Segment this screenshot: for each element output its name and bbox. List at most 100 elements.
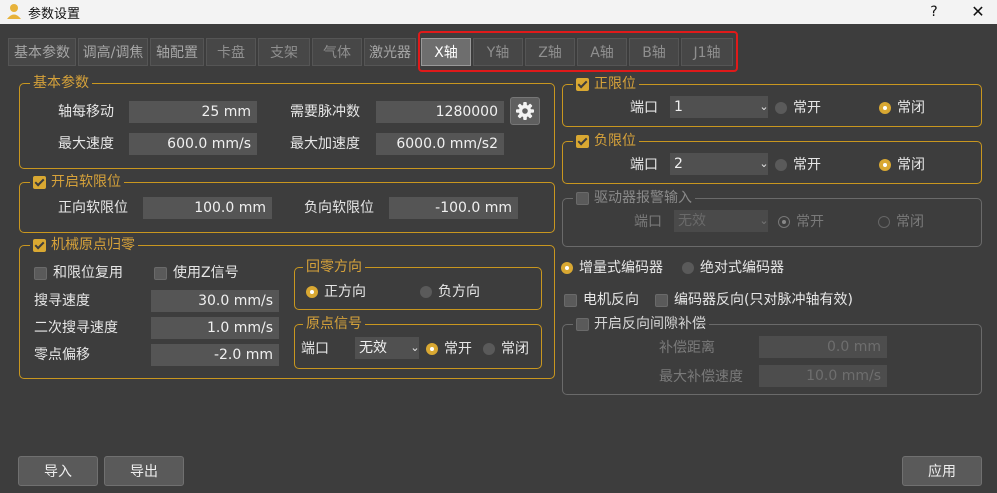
tab-y-axis[interactable]: Y轴 bbox=[473, 38, 523, 66]
negative-limit-no-option[interactable]: 常开 bbox=[775, 154, 821, 176]
origin-port-select[interactable]: 无效 ⌄ bbox=[355, 337, 420, 359]
positive-limit-no-radio[interactable] bbox=[775, 102, 787, 114]
max-accel-label: 最大加速度 bbox=[290, 136, 360, 152]
window-title: 参数设置 bbox=[28, 7, 81, 22]
origin-nc-option[interactable]: 常闭 bbox=[483, 338, 529, 360]
close-button[interactable]: ✕ bbox=[966, 1, 990, 23]
tab-gas[interactable]: 气体 bbox=[312, 38, 362, 66]
negative-limit-port-label: 端口 bbox=[630, 157, 658, 173]
motor-reverse-option[interactable]: 电机反向 bbox=[564, 289, 639, 311]
origin-signal-title: 原点信号 bbox=[303, 315, 365, 333]
user-icon bbox=[7, 4, 21, 19]
second-speed-input[interactable]: 1.0 mm/s bbox=[151, 317, 279, 339]
positive-limit-title[interactable]: 正限位 bbox=[573, 75, 639, 93]
tab-basic[interactable]: 基本参数 bbox=[8, 38, 76, 66]
max-accel-input[interactable]: 6000.0 mm/s2 bbox=[376, 133, 504, 155]
basic-params-title: 基本参数 bbox=[30, 74, 92, 92]
import-button[interactable]: 导入 bbox=[18, 456, 98, 486]
tab-laser[interactable]: 激光器 bbox=[364, 38, 416, 66]
positive-limit-port-select[interactable]: 1 ⌄ bbox=[670, 96, 769, 118]
origin-port-label: 端口 bbox=[301, 341, 329, 357]
positive-limit-checkbox[interactable] bbox=[576, 77, 589, 91]
pulses-input[interactable]: 1280000 bbox=[376, 101, 504, 123]
negative-limit-title[interactable]: 负限位 bbox=[573, 132, 639, 150]
home-negative-option[interactable]: 负方向 bbox=[420, 281, 480, 303]
tab-a-axis[interactable]: A轴 bbox=[577, 38, 627, 66]
reuse-limit-checkbox[interactable] bbox=[34, 266, 47, 280]
positive-limit-no-option[interactable]: 常开 bbox=[775, 97, 821, 119]
home-negative-radio[interactable] bbox=[420, 286, 432, 298]
use-z-option[interactable]: 使用Z信号 bbox=[154, 262, 239, 284]
chevron-down-icon: ⌄ bbox=[759, 214, 769, 227]
alarm-input-title[interactable]: 驱动器报警输入 bbox=[573, 189, 695, 207]
positive-limit-port-label: 端口 bbox=[630, 100, 658, 116]
backlash-max-speed-input[interactable]: 10.0 mm/s bbox=[759, 365, 887, 387]
origin-no-radio[interactable] bbox=[426, 343, 438, 355]
incremental-encoder-option[interactable]: 增量式编码器 bbox=[561, 257, 663, 279]
calculate-pulses-button[interactable] bbox=[510, 97, 540, 125]
tab-z-axis[interactable]: Z轴 bbox=[525, 38, 575, 66]
motor-reverse-checkbox[interactable] bbox=[564, 293, 577, 307]
negative-soft-limit-input[interactable]: -100.0 mm bbox=[389, 197, 518, 219]
incremental-encoder-radio[interactable] bbox=[561, 262, 573, 274]
absolute-encoder-radio[interactable] bbox=[682, 262, 694, 274]
alarm-no-radio[interactable] bbox=[778, 216, 790, 228]
alarm-input-checkbox[interactable] bbox=[576, 191, 589, 205]
offset-input[interactable]: -2.0 mm bbox=[151, 344, 279, 366]
soft-limit-title[interactable]: 开启软限位 bbox=[30, 173, 124, 191]
backlash-max-speed-label: 最大补偿速度 bbox=[659, 369, 743, 385]
tab-height-focus[interactable]: 调高/调焦 bbox=[78, 38, 148, 66]
tab-j1-axis[interactable]: J1轴 bbox=[681, 38, 733, 66]
export-button[interactable]: 导出 bbox=[104, 456, 184, 486]
use-z-checkbox[interactable] bbox=[154, 266, 167, 280]
tab-chuck[interactable]: 卡盘 bbox=[206, 38, 256, 66]
positive-limit-nc-option[interactable]: 常闭 bbox=[879, 97, 925, 119]
max-speed-input[interactable]: 600.0 mm/s bbox=[129, 133, 257, 155]
negative-limit-no-radio[interactable] bbox=[775, 159, 787, 171]
backlash-checkbox[interactable] bbox=[576, 317, 589, 331]
gear-icon bbox=[516, 102, 534, 120]
positive-soft-limit-label: 正向软限位 bbox=[58, 200, 128, 216]
search-speed-input[interactable]: 30.0 mm/s bbox=[151, 290, 279, 312]
reuse-limit-option[interactable]: 和限位复用 bbox=[34, 262, 123, 284]
tab-support[interactable]: 支架 bbox=[258, 38, 310, 66]
backlash-title[interactable]: 开启反向间隙补偿 bbox=[573, 315, 709, 333]
positive-limit-nc-radio[interactable] bbox=[879, 102, 891, 114]
negative-limit-nc-radio[interactable] bbox=[879, 159, 891, 171]
encoder-reverse-checkbox[interactable] bbox=[655, 293, 668, 307]
origin-no-option[interactable]: 常开 bbox=[426, 338, 472, 360]
negative-limit-nc-option[interactable]: 常闭 bbox=[879, 154, 925, 176]
negative-limit-checkbox[interactable] bbox=[576, 134, 589, 148]
apply-button[interactable]: 应用 bbox=[902, 456, 982, 486]
backlash-distance-label: 补偿距离 bbox=[659, 340, 715, 356]
alarm-port-label: 端口 bbox=[634, 214, 662, 230]
origin-nc-radio[interactable] bbox=[483, 343, 495, 355]
homing-checkbox[interactable] bbox=[33, 238, 46, 252]
homing-title[interactable]: 机械原点归零 bbox=[30, 236, 138, 254]
alarm-port-select[interactable]: 无效 ⌄ bbox=[674, 210, 769, 232]
basic-params-group: 基本参数 bbox=[19, 74, 555, 169]
search-speed-label: 搜寻速度 bbox=[34, 293, 90, 309]
tab-axis-config[interactable]: 轴配置 bbox=[150, 38, 204, 66]
offset-label: 零点偏移 bbox=[34, 347, 90, 363]
chevron-down-icon: ⌄ bbox=[759, 157, 769, 170]
title-bar: 参数设置 ? ✕ bbox=[0, 0, 997, 24]
backlash-distance-input[interactable]: 0.0 mm bbox=[759, 336, 887, 358]
alarm-no-option[interactable]: 常开 bbox=[778, 211, 824, 233]
alarm-nc-option[interactable]: 常闭 bbox=[878, 211, 924, 233]
home-positive-option[interactable]: 正方向 bbox=[306, 281, 366, 303]
home-direction-title: 回零方向 bbox=[303, 258, 365, 276]
tab-x-axis[interactable]: X轴 bbox=[421, 38, 471, 66]
tab-b-axis[interactable]: B轴 bbox=[629, 38, 679, 66]
move-per-rev-input[interactable]: 25 mm bbox=[129, 101, 257, 123]
chevron-down-icon: ⌄ bbox=[759, 100, 769, 113]
help-button[interactable]: ? bbox=[924, 1, 944, 23]
chevron-down-icon: ⌄ bbox=[410, 341, 420, 354]
negative-limit-port-select[interactable]: 2 ⌄ bbox=[670, 153, 769, 175]
encoder-reverse-option[interactable]: 编码器反向(只对脉冲轴有效) bbox=[655, 289, 853, 311]
alarm-nc-radio[interactable] bbox=[878, 216, 890, 228]
positive-soft-limit-input[interactable]: 100.0 mm bbox=[143, 197, 272, 219]
home-positive-radio[interactable] bbox=[306, 286, 318, 298]
soft-limit-checkbox[interactable] bbox=[33, 175, 46, 189]
absolute-encoder-option[interactable]: 绝对式编码器 bbox=[682, 257, 784, 279]
